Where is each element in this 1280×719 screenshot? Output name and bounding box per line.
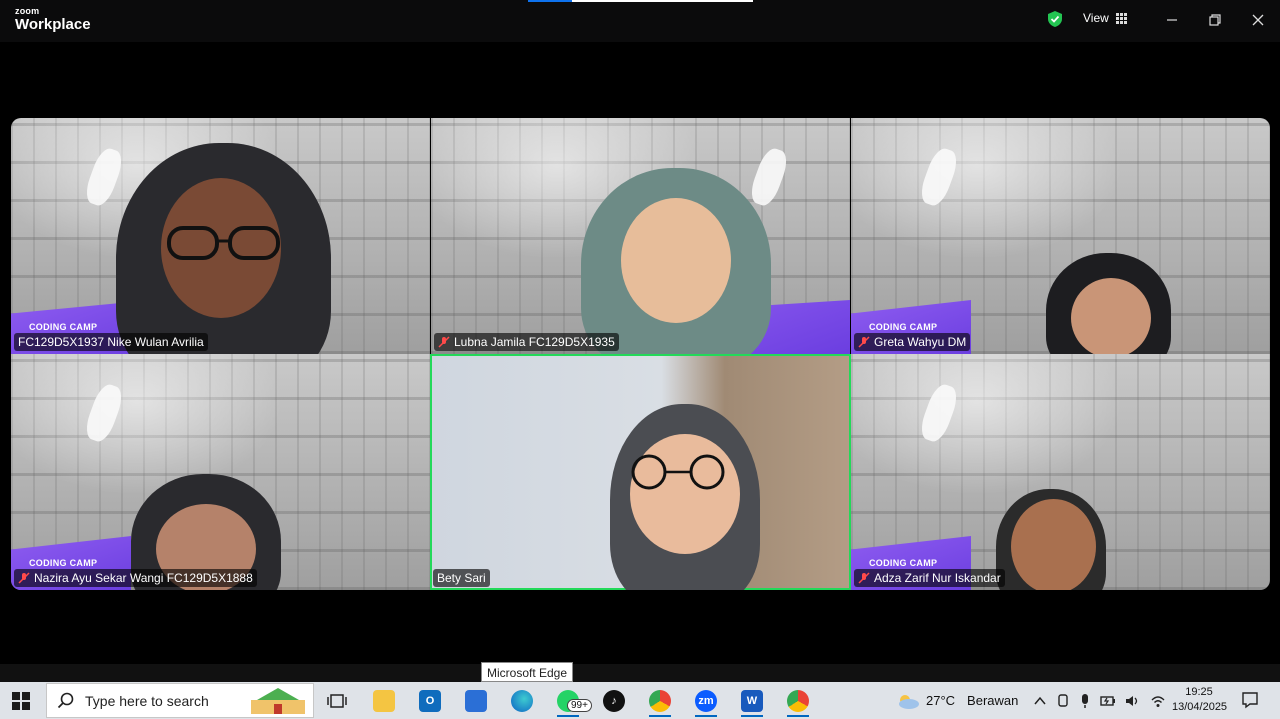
clock-date: 13/04/2025 — [1172, 701, 1228, 713]
mic-muted-icon — [438, 336, 450, 348]
mic-muted-icon — [858, 572, 870, 584]
taskbar-search-box[interactable]: Type here to search — [46, 683, 314, 718]
video-tile[interactable]: Lubna Jamila FC129D5X1935 — [431, 118, 850, 354]
taskbar-app-tiktok[interactable]: ♪ — [593, 685, 635, 717]
view-label: View — [1083, 11, 1109, 25]
microphone-icon[interactable] — [1079, 693, 1091, 709]
whatsapp-badge: 99+ — [567, 699, 592, 712]
close-icon — [1252, 14, 1264, 26]
windows-start-icon[interactable] — [12, 692, 30, 710]
search-highlight-illustration — [251, 688, 305, 714]
taskbar-clock[interactable]: 19:25 13/04/2025 — [1172, 685, 1228, 715]
task-view-icon — [327, 694, 347, 708]
shield-check-icon[interactable] — [1046, 10, 1064, 28]
zoom-icon: zm — [695, 690, 717, 712]
volume-icon[interactable] — [1125, 694, 1141, 708]
glasses-icon — [167, 226, 280, 260]
logo-bottom-text: Workplace — [15, 16, 91, 33]
word-icon: W — [741, 690, 763, 712]
restore-icon — [1209, 14, 1221, 26]
video-gallery: CODING CAMP FC129D5X1937 Nike Wulan Avri… — [11, 118, 1270, 590]
chrome-icon — [787, 690, 809, 712]
weather-widget[interactable]: 27°C Berawan — [896, 682, 1018, 719]
video-tile-active-speaker[interactable]: Bety Sari — [430, 354, 851, 590]
coding-camp-banner: CODING CAMP — [869, 322, 938, 332]
search-icon — [57, 692, 74, 708]
taskbar-app-chrome-profile[interactable] — [777, 685, 819, 717]
system-tray — [1033, 682, 1166, 719]
windows-taskbar: Type here to search O 99+ ♪ zm W 27°C Be… — [0, 682, 1280, 719]
taskbar-app-store[interactable] — [455, 685, 497, 717]
screen-share-indicator — [528, 0, 753, 2]
participant-label: Lubna Jamila FC129D5X1935 — [434, 333, 619, 351]
glasses-icon — [631, 454, 725, 490]
restore-button[interactable] — [1202, 8, 1228, 32]
video-tile[interactable]: CODING CAMP Adza Zarif Nur Iskandar — [851, 354, 1270, 590]
taskbar-app-chrome[interactable] — [639, 685, 681, 717]
meeting-stage: CODING CAMP FC129D5X1937 Nike Wulan Avri… — [0, 42, 1280, 664]
mic-muted-icon — [18, 572, 30, 584]
weather-desc: Berawan — [967, 693, 1019, 708]
view-button[interactable]: View — [1083, 11, 1127, 25]
taskbar-tooltip: Microsoft Edge — [481, 662, 574, 682]
taskbar-app-outlook[interactable]: O — [409, 685, 451, 717]
participant-label: FC129D5X1937 Nike Wulan Avrilia — [14, 333, 208, 351]
mic-muted-icon — [858, 336, 870, 348]
coding-camp-banner: CODING CAMP — [869, 558, 938, 568]
taskbar-app-zoom[interactable]: zm — [685, 685, 727, 717]
folder-icon — [373, 690, 395, 712]
logo-top-text: zoom — [15, 6, 40, 16]
task-view-button[interactable] — [316, 685, 358, 717]
search-placeholder: Type here to search — [85, 692, 209, 709]
meet-now-icon[interactable] — [1056, 693, 1070, 709]
tiktok-icon: ♪ — [603, 690, 625, 712]
wifi-icon[interactable] — [1150, 694, 1166, 708]
coding-camp-banner: CODING CAMP — [29, 322, 98, 332]
taskbar-app-edge[interactable] — [501, 685, 543, 717]
video-tile[interactable]: CODING CAMP Nazira Ayu Sekar Wangi FC129… — [11, 354, 430, 590]
video-tile[interactable]: CODING CAMP Greta Wahyu DM — [851, 118, 1270, 354]
close-button[interactable] — [1245, 8, 1271, 32]
edge-icon — [511, 690, 533, 712]
chevron-up-icon[interactable] — [1033, 694, 1047, 708]
taskbar-app-file-explorer[interactable] — [363, 685, 405, 717]
coding-camp-banner: CODING CAMP — [29, 558, 98, 568]
weather-temp: 27°C — [926, 693, 956, 708]
participant-label: Greta Wahyu DM — [854, 333, 971, 351]
zoom-title-bar: zoom Workplace View — [0, 0, 1280, 42]
minimize-button[interactable] — [1159, 8, 1185, 32]
chrome-icon — [649, 690, 671, 712]
taskbar-app-word[interactable]: W — [731, 685, 773, 717]
participant-label: Adza Zarif Nur Iskandar — [854, 569, 1005, 587]
cloudy-weather-icon — [899, 694, 919, 709]
gallery-grid-icon — [1115, 12, 1127, 24]
video-tile[interactable]: CODING CAMP FC129D5X1937 Nike Wulan Avri… — [11, 118, 430, 354]
minimize-icon — [1167, 19, 1177, 21]
clock-time: 19:25 — [1185, 686, 1213, 698]
participant-label: Bety Sari — [433, 569, 490, 587]
meeting-controls-bar[interactable] — [0, 664, 1280, 682]
store-icon — [465, 690, 487, 712]
battery-charging-icon[interactable] — [1100, 694, 1116, 708]
notification-center-icon[interactable] — [1241, 691, 1259, 709]
zoom-workplace-logo: zoom Workplace — [15, 6, 91, 33]
taskbar-app-whatsapp[interactable]: 99+ — [547, 685, 592, 717]
outlook-icon: O — [419, 690, 441, 712]
participant-label: Nazira Ayu Sekar Wangi FC129D5X1888 — [14, 569, 257, 587]
